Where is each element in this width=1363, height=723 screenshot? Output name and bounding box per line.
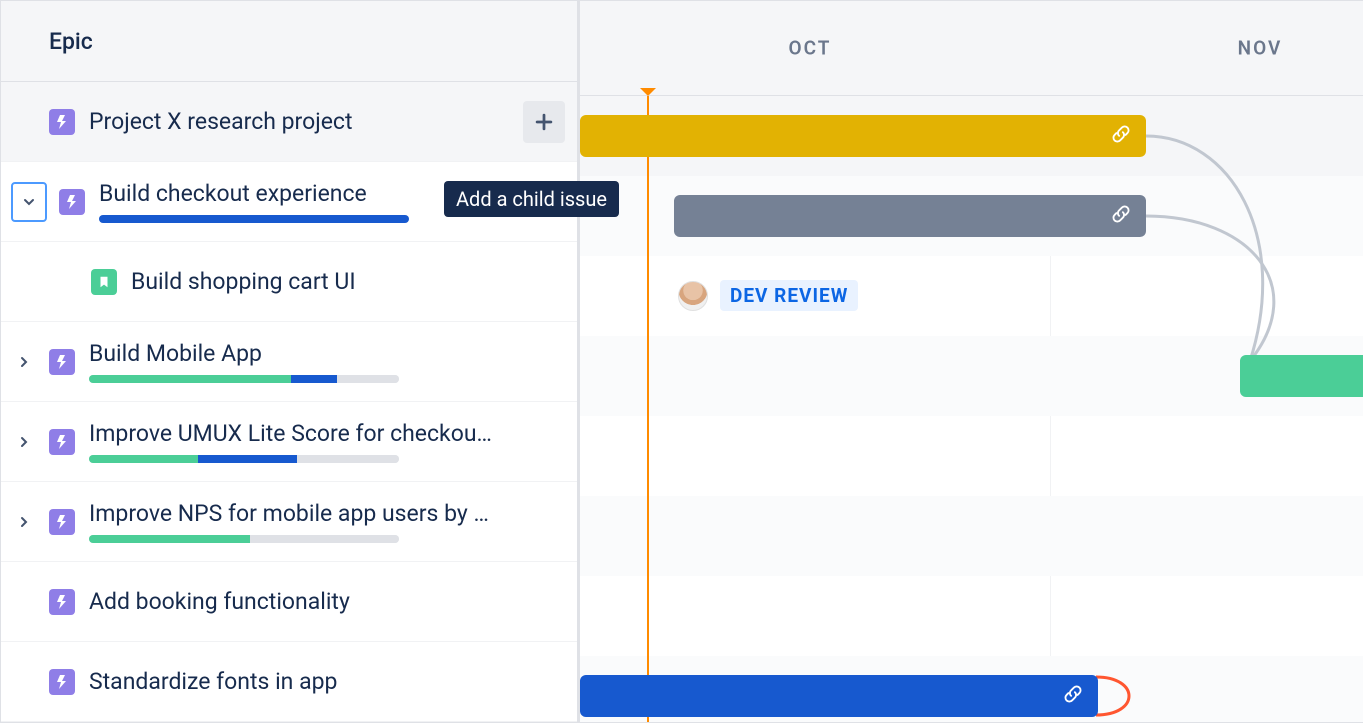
progress-segment-grey xyxy=(337,375,399,383)
epic-row[interactable]: Add booking functionality xyxy=(1,562,577,642)
progress-bar xyxy=(89,455,399,463)
epic-title: Standardize fonts in app xyxy=(89,668,565,695)
status-pill[interactable]: DEV REVIEW xyxy=(678,280,858,311)
progress-segment-green xyxy=(89,455,198,463)
epic-icon xyxy=(59,189,85,215)
epic-rows: Project X research projectBuild checkout… xyxy=(1,82,577,722)
row-content: Build Mobile App xyxy=(89,340,565,383)
add-child-issue-button[interactable] xyxy=(523,101,565,143)
dependency-line-error xyxy=(1090,671,1170,722)
epic-column-label: Epic xyxy=(49,28,93,55)
timeline-bar[interactable] xyxy=(580,115,1146,157)
timeline-bar[interactable] xyxy=(1240,355,1363,397)
epic-icon xyxy=(49,109,75,135)
epic-icon xyxy=(49,349,75,375)
epic-icon xyxy=(49,429,75,455)
sidebar-header: Epic xyxy=(1,1,577,82)
epic-title: Improve NPS for mobile app users by … xyxy=(89,500,565,527)
link-icon[interactable] xyxy=(1110,123,1132,149)
timeline-lane[interactable] xyxy=(580,416,1363,496)
progress-bar xyxy=(89,375,399,383)
progress-segment-green xyxy=(89,375,291,383)
chevron-right-icon[interactable] xyxy=(11,509,37,535)
epic-row[interactable]: Build Mobile App xyxy=(1,322,577,402)
progress-segment-blue xyxy=(198,455,297,463)
epic-row[interactable]: Improve UMUX Lite Score for checkou… xyxy=(1,402,577,482)
epic-title: Add booking functionality xyxy=(89,588,565,615)
roadmap-app: Epic Project X research projectBuild che… xyxy=(0,0,1363,723)
tooltip-add-child: Add a child issue xyxy=(444,181,619,217)
today-marker xyxy=(647,96,649,722)
timeline-bar[interactable] xyxy=(580,675,1098,717)
link-icon[interactable] xyxy=(1110,203,1132,229)
timeline-body[interactable]: DEV REVIEW xyxy=(580,96,1363,722)
tooltip-text: Add a child issue xyxy=(456,187,607,211)
progress-segment-grey xyxy=(250,535,399,543)
timeline-bar[interactable] xyxy=(674,195,1146,237)
epic-row[interactable]: Standardize fonts in app xyxy=(1,642,577,722)
status-text: DEV REVIEW xyxy=(720,280,858,311)
epic-icon xyxy=(49,509,75,535)
epic-title: Build Mobile App xyxy=(89,340,565,367)
epic-sidebar: Epic Project X research projectBuild che… xyxy=(1,1,580,722)
month-label-nov: NOV xyxy=(1238,37,1283,60)
story-row[interactable]: Build shopping cart UI xyxy=(1,242,577,322)
epic-title: Improve UMUX Lite Score for checkou… xyxy=(89,420,565,447)
chevron-placeholder xyxy=(11,269,37,295)
chevron-right-icon[interactable] xyxy=(11,429,37,455)
row-content: Improve UMUX Lite Score for checkou… xyxy=(89,420,565,463)
story-title: Build shopping cart UI xyxy=(131,268,565,295)
epic-icon xyxy=(49,669,75,695)
row-content: Improve NPS for mobile app users by … xyxy=(89,500,565,543)
progress-bar xyxy=(99,215,409,223)
chevron-placeholder xyxy=(11,109,37,135)
progress-segment-blue xyxy=(99,215,409,223)
timeline[interactable]: OCT NOV DEV REVIEW xyxy=(580,1,1363,722)
chevron-placeholder xyxy=(11,589,37,615)
timeline-lane[interactable] xyxy=(580,576,1363,656)
epic-title: Project X research project xyxy=(89,108,523,135)
month-label-oct: OCT xyxy=(789,37,832,60)
progress-segment-green xyxy=(89,535,250,543)
epic-icon xyxy=(49,589,75,615)
chevron-placeholder xyxy=(11,669,37,695)
link-icon[interactable] xyxy=(1062,683,1084,709)
progress-segment-blue xyxy=(291,375,338,383)
chevron-right-icon[interactable] xyxy=(11,349,37,375)
chevron-down-icon[interactable] xyxy=(11,182,47,222)
epic-row[interactable]: Improve NPS for mobile app users by … xyxy=(1,482,577,562)
timeline-header: OCT NOV xyxy=(580,1,1363,96)
story-icon xyxy=(91,269,117,295)
timeline-lane[interactable] xyxy=(580,496,1363,576)
assignee-avatar[interactable] xyxy=(678,281,708,311)
progress-segment-grey xyxy=(297,455,399,463)
progress-bar xyxy=(89,535,399,543)
epic-row[interactable]: Project X research project xyxy=(1,82,577,162)
